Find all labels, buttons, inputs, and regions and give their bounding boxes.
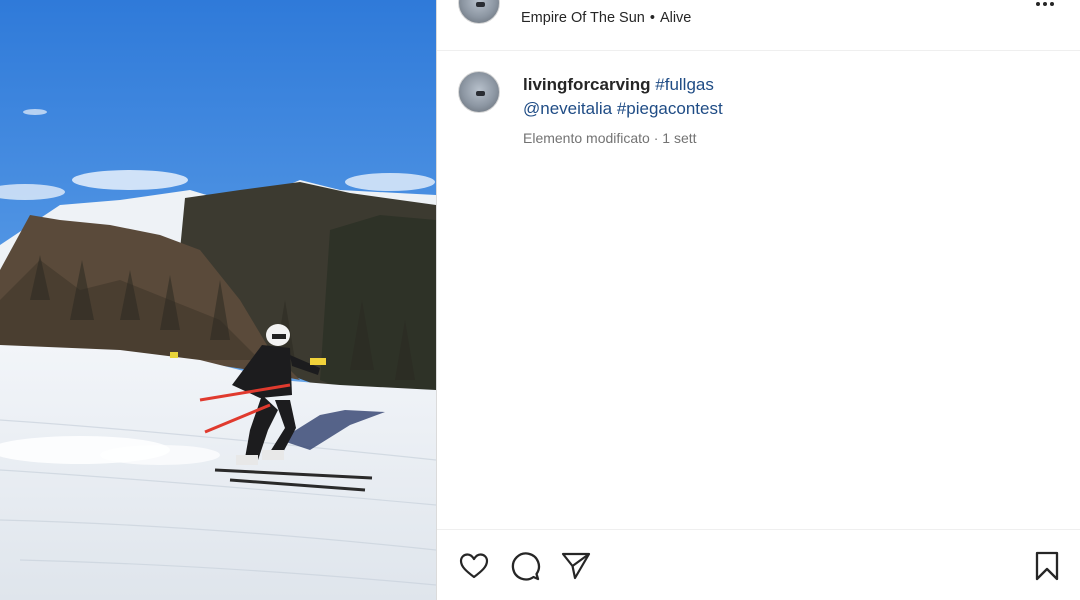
edited-label: Elemento modificato [523, 130, 650, 146]
mention-link[interactable]: @neveitalia [523, 99, 612, 118]
caption-author-avatar[interactable] [458, 71, 500, 113]
time-ago[interactable]: 1 sett [662, 130, 696, 146]
bookmark-icon[interactable] [1031, 550, 1063, 582]
audio-track[interactable]: Alive [660, 10, 691, 26]
author-avatar[interactable] [458, 0, 500, 24]
hashtag-link[interactable]: #piegacontest [617, 99, 723, 118]
audio-attribution[interactable]: Empire Of The Sun • Alive [521, 10, 691, 26]
audio-artist[interactable]: Empire Of The Sun [521, 10, 645, 26]
post-actions-bar [437, 529, 1080, 600]
meta-separator: · [653, 130, 659, 146]
post-header: Empire Of The Sun • Alive [437, 0, 1080, 51]
comment-icon[interactable] [509, 550, 541, 582]
more-options-icon[interactable] [1033, 0, 1057, 16]
post-media[interactable] [0, 0, 436, 600]
caption-meta: Elemento modificato · 1 sett [523, 130, 697, 146]
ski-video-frame [0, 0, 436, 600]
caption-username[interactable]: livingforcarving [523, 75, 651, 94]
hashtag-link[interactable]: #fullgas [655, 75, 714, 94]
post-details-panel: Empire Of The Sun • Alive livingforcarving… [437, 0, 1080, 600]
paper-plane-icon[interactable] [560, 550, 592, 582]
heart-icon[interactable] [458, 550, 490, 582]
caption-text: livingforcarving #fullgas @neveitalia #p… [523, 73, 1043, 121]
audio-separator: • [649, 10, 655, 26]
